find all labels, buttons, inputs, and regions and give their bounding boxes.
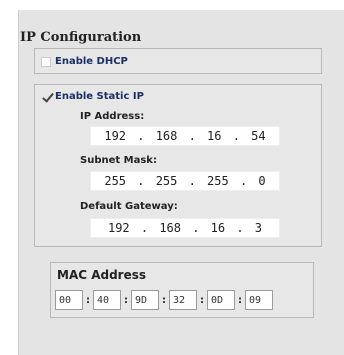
ip-address-input[interactable]: 192 . 168 . 16 . 54: [90, 126, 280, 146]
mac-octet-6[interactable]: 09: [245, 290, 273, 310]
mac-separator: :: [86, 294, 90, 306]
static-ip-group: Enable Static IP IP Address: 192 . 168 .…: [34, 84, 322, 247]
default-gateway-label: Default Gateway:: [80, 201, 178, 212]
dhcp-group: Enable DHCP: [34, 48, 322, 74]
mac-address-group: MAC Address 00 : 40 : 9D : 32 : 0D : 09: [50, 262, 314, 318]
mac-separator: :: [162, 294, 166, 306]
enable-static-ip-checkbox[interactable]: [41, 92, 51, 102]
mac-octet-4[interactable]: 32: [169, 290, 197, 310]
mac-octet-5[interactable]: 0D: [207, 290, 235, 310]
mac-octet-1[interactable]: 00: [55, 290, 83, 310]
mac-address-title: MAC Address: [57, 268, 147, 282]
mac-separator: :: [200, 294, 204, 306]
enable-dhcp-option[interactable]: Enable DHCP: [41, 56, 128, 67]
ip-address-label: IP Address:: [80, 111, 145, 122]
enable-dhcp-label: Enable DHCP: [55, 56, 128, 67]
subnet-mask-input[interactable]: 255 . 255 . 255 . 0: [90, 171, 280, 191]
subnet-mask-label: Subnet Mask:: [80, 155, 157, 166]
mac-separator: :: [124, 294, 128, 306]
enable-static-ip-option[interactable]: Enable Static IP: [41, 91, 144, 102]
default-gateway-input[interactable]: 192 . 168 . 16 . 3: [90, 218, 280, 238]
enable-static-ip-label: Enable Static IP: [55, 91, 144, 102]
mac-address-fields: 00 : 40 : 9D : 32 : 0D : 09: [55, 290, 273, 310]
ip-configuration-title: IP Configuration: [20, 30, 142, 45]
mac-separator: :: [238, 294, 242, 306]
mac-octet-3[interactable]: 9D: [131, 290, 159, 310]
enable-dhcp-checkbox[interactable]: [41, 56, 51, 67]
mac-octet-2[interactable]: 40: [93, 290, 121, 310]
